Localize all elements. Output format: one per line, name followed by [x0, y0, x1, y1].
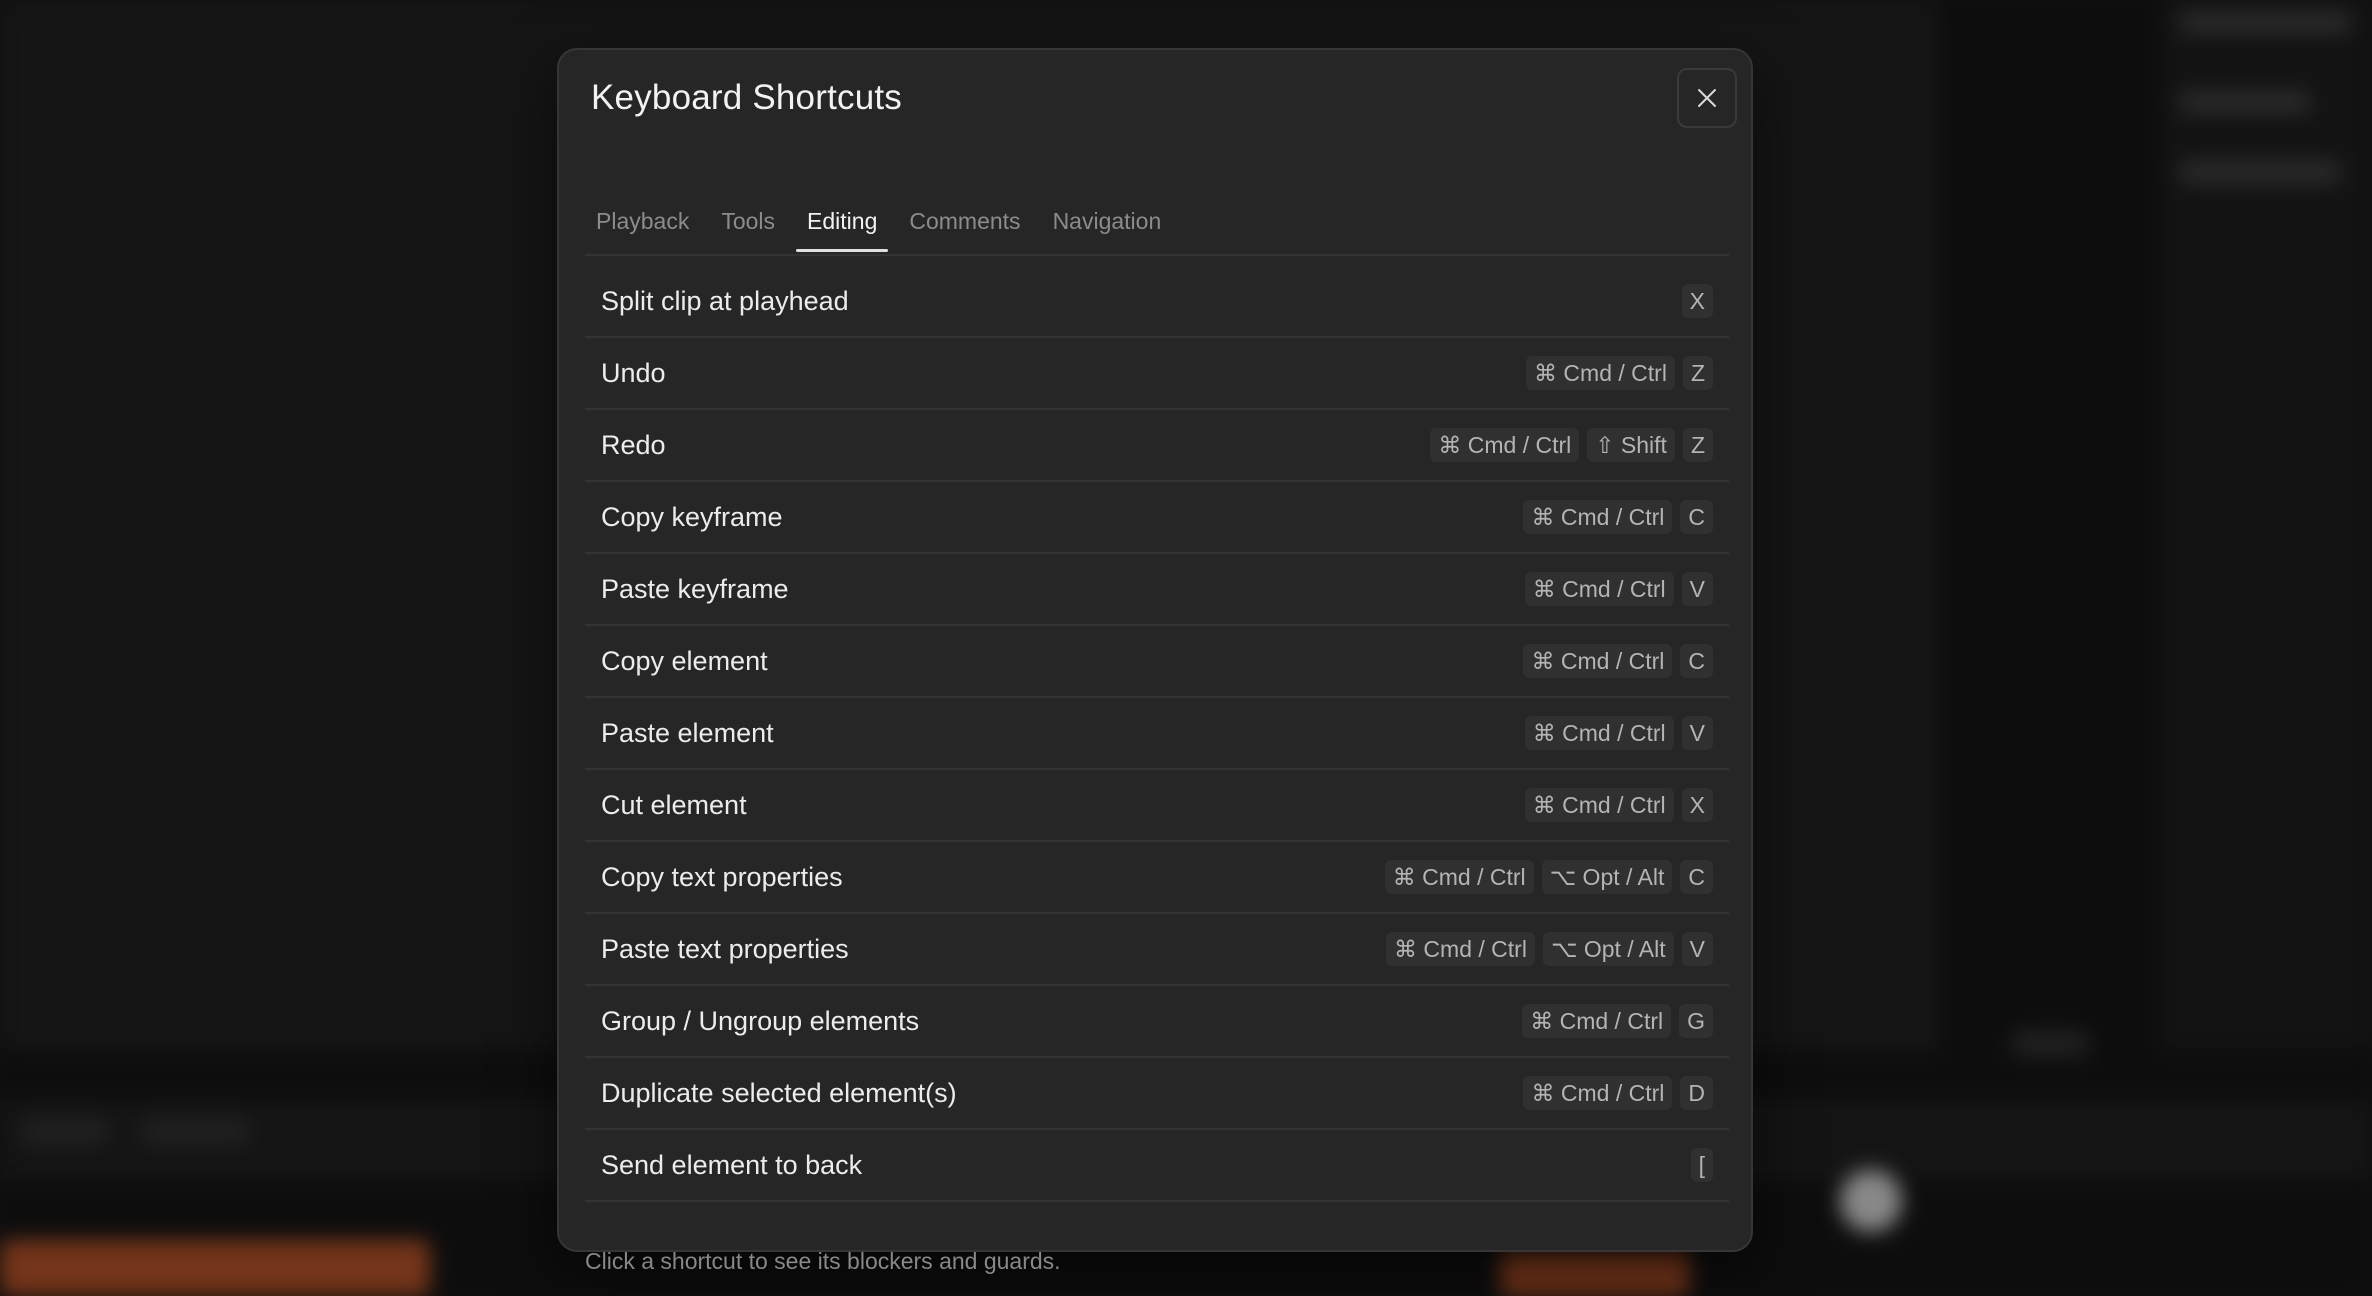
key-cap: ⌘ Cmd / Ctrl	[1526, 356, 1675, 390]
key-cap: ⌥ Opt / Alt	[1541, 860, 1673, 894]
shortcut-keys: ⌘ Cmd / Ctrl ⌥ Opt / Alt C	[1384, 860, 1713, 894]
shortcut-row-copy-keyframe[interactable]: Copy keyframe ⌘ Cmd / Ctrl C	[585, 482, 1729, 554]
shortcut-keys: ⌘ Cmd / Ctrl V	[1524, 716, 1713, 750]
shortcut-label: Copy keyframe	[601, 501, 783, 532]
shortcut-row-copy-text-properties[interactable]: Copy text properties ⌘ Cmd / Ctrl ⌥ Opt …	[585, 842, 1729, 914]
key-cap: ⌘ Cmd / Ctrl	[1430, 428, 1580, 462]
shortcut-label: Group / Ungroup elements	[601, 1005, 920, 1036]
shortcut-label: Split clip at playhead	[601, 285, 849, 316]
shortcut-row-paste-keyframe[interactable]: Paste keyframe ⌘ Cmd / Ctrl V	[585, 554, 1729, 626]
key-cap: ⌥ Opt / Alt	[1542, 932, 1674, 966]
tab-comments[interactable]: Comments	[898, 188, 1031, 250]
key-cap: C	[1680, 860, 1713, 894]
shortcut-keys: ⌘ Cmd / Ctrl V	[1524, 572, 1713, 606]
key-cap: C	[1680, 644, 1713, 678]
key-cap: V	[1681, 932, 1713, 966]
key-cap: C	[1680, 500, 1713, 534]
tab-tools[interactable]: Tools	[710, 188, 786, 250]
close-button[interactable]	[1677, 68, 1737, 128]
footer-hint: Click a shortcut to see its blockers and…	[585, 1248, 1061, 1274]
shortcut-label: Send element to back	[601, 1149, 863, 1180]
key-cap: ⌘ Cmd / Ctrl	[1524, 716, 1674, 750]
shortcut-category-tabs: Playback Tools Editing Comments Navigati…	[585, 188, 1729, 256]
key-cap: ⌘ Cmd / Ctrl	[1523, 500, 1673, 534]
key-cap: ⌘ Cmd / Ctrl	[1522, 1004, 1672, 1038]
tab-editing[interactable]: Editing	[796, 188, 889, 252]
shortcut-keys: ⌘ Cmd / Ctrl ⌥ Opt / Alt V	[1386, 932, 1713, 966]
shortcut-row-copy-element[interactable]: Copy element ⌘ Cmd / Ctrl C	[585, 626, 1729, 698]
key-cap: ⌘ Cmd / Ctrl	[1386, 932, 1535, 966]
shortcut-keys: ⌘ Cmd / Ctrl D	[1523, 1076, 1713, 1110]
shortcut-keys: [	[1690, 1148, 1713, 1182]
key-cap: X	[1681, 284, 1713, 318]
dialog-title: Keyboard Shortcuts	[591, 78, 902, 117]
shortcut-label: Paste element	[601, 717, 774, 748]
key-cap: ⌘ Cmd / Ctrl	[1384, 860, 1534, 894]
key-cap: ⌘ Cmd / Ctrl	[1524, 788, 1674, 822]
shortcut-list: Split clip at playhead X Undo ⌘ Cmd / Ct…	[585, 266, 1729, 1202]
key-cap: V	[1681, 572, 1713, 606]
shortcut-row-redo[interactable]: Redo ⌘ Cmd / Ctrl ⇧ Shift Z	[585, 410, 1729, 482]
shortcut-keys: ⌘ Cmd / Ctrl X	[1524, 788, 1713, 822]
shortcut-row-paste-text-properties[interactable]: Paste text properties ⌘ Cmd / Ctrl ⌥ Opt…	[585, 914, 1729, 986]
shortcut-keys: ⌘ Cmd / Ctrl ⇧ Shift Z	[1430, 428, 1713, 462]
shortcut-keys: ⌘ Cmd / Ctrl C	[1523, 644, 1713, 678]
shortcut-label: Undo	[601, 357, 666, 388]
shortcut-label: Cut element	[601, 789, 747, 820]
key-cap: ⌘ Cmd / Ctrl	[1524, 572, 1674, 606]
key-cap: X	[1681, 788, 1713, 822]
close-icon	[1698, 89, 1716, 107]
key-cap: V	[1681, 716, 1713, 750]
key-cap: ⌘ Cmd / Ctrl	[1523, 1076, 1673, 1110]
shortcut-row-group-ungroup[interactable]: Group / Ungroup elements ⌘ Cmd / Ctrl G	[585, 986, 1729, 1058]
shortcut-label: Paste text properties	[601, 933, 849, 964]
tab-playback[interactable]: Playback	[585, 188, 700, 250]
shortcut-row-cut-element[interactable]: Cut element ⌘ Cmd / Ctrl X	[585, 770, 1729, 842]
key-cap: [	[1690, 1148, 1713, 1182]
key-cap: G	[1679, 1004, 1713, 1038]
shortcut-label: Duplicate selected element(s)	[601, 1077, 957, 1108]
shortcut-keys: X	[1681, 284, 1713, 318]
shortcut-row-undo[interactable]: Undo ⌘ Cmd / Ctrl Z	[585, 338, 1729, 410]
shortcut-keys: ⌘ Cmd / Ctrl Z	[1526, 356, 1713, 390]
tab-navigation[interactable]: Navigation	[1042, 188, 1173, 250]
key-cap: D	[1680, 1076, 1713, 1110]
keyboard-shortcuts-dialog: Keyboard Shortcuts Playback Tools Editin…	[557, 48, 1753, 1274]
shortcut-row-send-to-back[interactable]: Send element to back [	[585, 1130, 1729, 1202]
shortcut-label: Paste keyframe	[601, 573, 789, 604]
shortcut-row-split-clip[interactable]: Split clip at playhead X	[585, 266, 1729, 338]
key-cap: ⌘ Cmd / Ctrl	[1523, 644, 1673, 678]
shortcut-row-paste-element[interactable]: Paste element ⌘ Cmd / Ctrl V	[585, 698, 1729, 770]
shortcut-label: Copy text properties	[601, 861, 843, 892]
shortcut-label: Redo	[601, 429, 666, 460]
shortcut-row-duplicate[interactable]: Duplicate selected element(s) ⌘ Cmd / Ct…	[585, 1058, 1729, 1130]
shortcut-keys: ⌘ Cmd / Ctrl C	[1523, 500, 1713, 534]
key-cap: Z	[1682, 428, 1713, 462]
key-cap: Z	[1682, 356, 1713, 390]
shortcut-keys: ⌘ Cmd / Ctrl G	[1522, 1004, 1713, 1038]
shortcut-label: Copy element	[601, 645, 768, 676]
key-cap: ⇧ Shift	[1587, 428, 1675, 462]
